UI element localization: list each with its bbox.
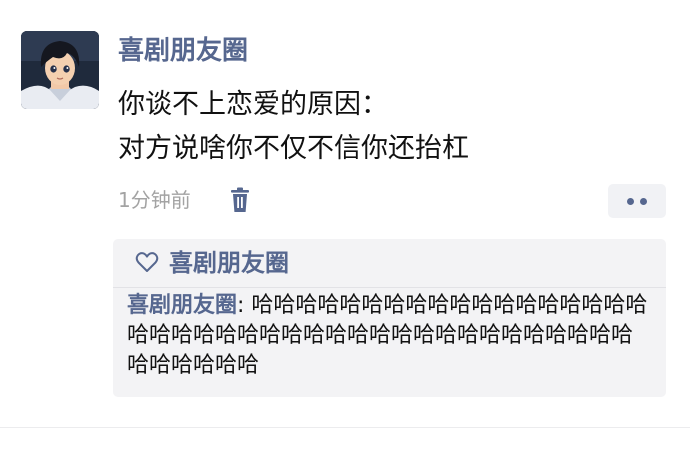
anime-boy-avatar (21, 31, 99, 109)
delete-button[interactable] (228, 186, 252, 214)
comment-item[interactable]: 喜剧朋友圈: 哈哈哈哈哈哈哈哈哈哈哈哈哈哈哈哈哈哈哈哈哈哈哈哈哈哈哈哈哈哈哈哈哈… (127, 291, 653, 381)
trash-icon (231, 187, 249, 212)
like-user-name[interactable]: 喜剧朋友圈 (169, 245, 289, 281)
post-content: 你谈不上恋爱的原因： 对方说啥你不仅不信你还抬杠 (118, 83, 469, 171)
comment-separator: : (237, 293, 252, 318)
more-dots-icon (640, 198, 647, 205)
avatar[interactable] (21, 31, 99, 109)
likes-row: 喜剧朋友圈 (113, 239, 666, 287)
post-author-name[interactable]: 喜剧朋友圈 (118, 32, 248, 70)
post-text-line: 你谈不上恋爱的原因： (118, 89, 388, 120)
heart-icon (135, 252, 159, 272)
divider (0, 427, 690, 428)
more-button[interactable] (608, 184, 666, 218)
post-text-line: 对方说啥你不仅不信你还抬杠 (118, 133, 469, 164)
post-timestamp: 1分钟前 (118, 188, 191, 212)
divider (113, 287, 666, 288)
interaction-panel: 喜剧朋友圈 喜剧朋友圈: 哈哈哈哈哈哈哈哈哈哈哈哈哈哈哈哈哈哈哈哈哈哈哈哈哈哈哈… (113, 239, 666, 397)
comment-author[interactable]: 喜剧朋友圈 (127, 293, 237, 318)
more-dots-icon (627, 198, 634, 205)
